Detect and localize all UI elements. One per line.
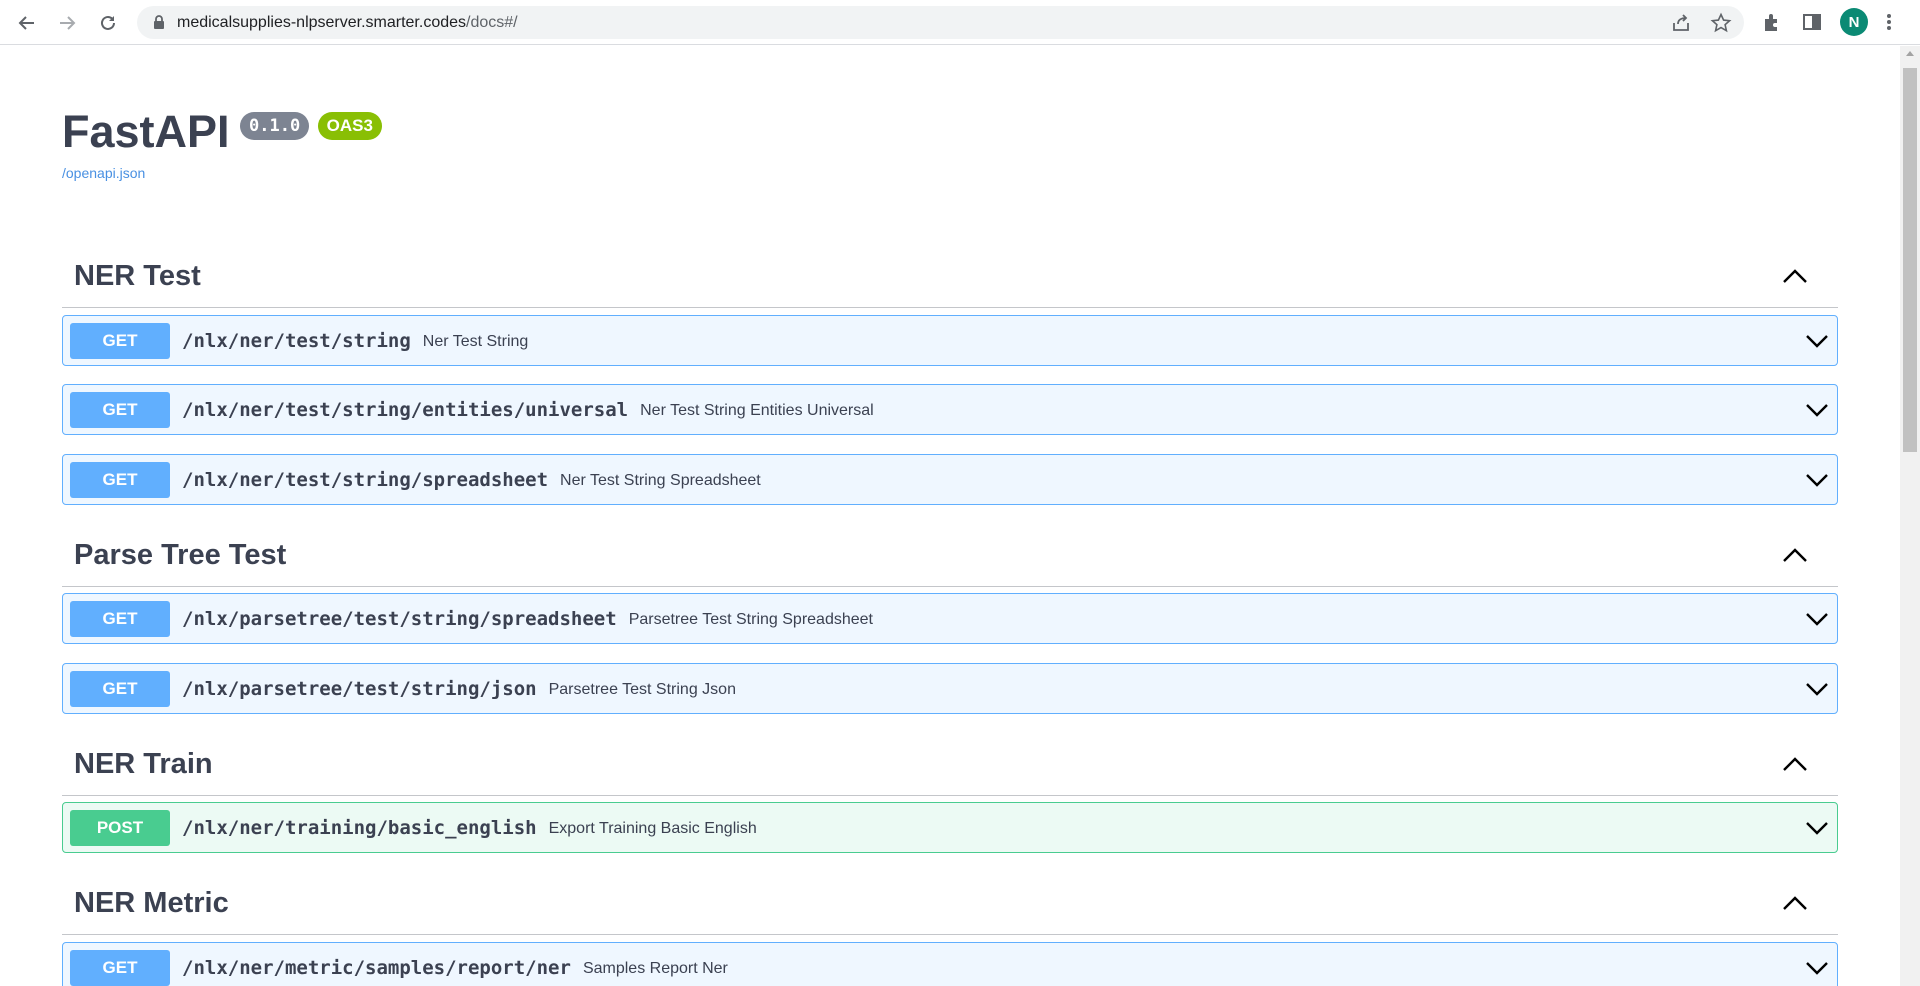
operation-summary: Parsetree Test String Json [548,681,736,698]
section-ner-test[interactable]: NER Test [62,246,1838,308]
url-text[interactable]: medicalsupplies-nlpserver.smarter.codes/… [177,14,518,32]
version-badge: 0.1.0 [240,112,310,140]
chevron-down-icon[interactable] [1805,471,1829,489]
scroll-up-arrow-icon[interactable] [1906,51,1914,56]
swagger-page: FastAPI 0.1.0 OAS3 /openapi.json NER Tes… [0,46,1900,986]
forward-button[interactable] [52,8,82,38]
oas-badge: OAS3 [317,112,382,140]
method-badge: POST [70,810,170,846]
chevron-down-icon[interactable] [1805,610,1829,628]
scrollbar-thumb[interactable] [1903,68,1917,452]
share-icon[interactable] [1670,12,1692,34]
operation-path: /nlx/parsetree/test/string/spreadsheet Pa… [182,608,873,630]
operation-summary: Parsetree Test String Spreadsheet [628,611,873,628]
arrow-right-icon [60,16,76,30]
operation-summary: Export Training Basic English [548,820,757,837]
section-ner-train[interactable]: NER Train [62,734,1838,796]
side-panel-icon[interactable] [1801,11,1823,33]
operation-row[interactable]: GET /nlx/ner/test/string Ner Test String [62,315,1838,366]
api-title: FastAPI [62,106,230,157]
operation-summary: Samples Report Ner [582,960,728,977]
chevron-down-icon[interactable] [1805,680,1829,698]
browser-toolbar: medicalsupplies-nlpserver.smarter.codes/… [0,0,1920,45]
section-title: NER Test [74,260,201,292]
reload-button[interactable] [93,8,123,38]
operation-summary: Ner Test String Entities Universal [640,402,874,419]
method-badge: GET [70,392,170,428]
lock-icon [154,15,164,29]
page-scrollbar[interactable] [1900,46,1920,986]
arrow-left-icon [18,16,34,30]
profile-avatar[interactable]: N [1840,8,1868,36]
operation-path: /nlx/ner/test/string/entities/universal N… [182,399,874,421]
operation-row[interactable]: GET /nlx/ner/metric/samples/report/ner Sa… [62,942,1838,986]
operation-row[interactable]: GET /nlx/parsetree/test/string/spreadshe… [62,593,1838,644]
section-title: NER Train [74,748,213,780]
chevron-up-icon[interactable] [1782,754,1808,774]
back-button[interactable] [12,8,42,38]
more-vert-icon[interactable] [1883,11,1895,33]
operation-summary: Ner Test String [422,333,529,350]
section-title: NER Metric [74,887,229,919]
chevron-up-icon[interactable] [1782,893,1808,913]
api-info: FastAPI 0.1.0 OAS3 [62,106,382,158]
reload-icon [101,15,115,30]
operation-path: /nlx/ner/test/string/spreadsheet Ner Test… [182,469,761,491]
operation-path: /nlx/ner/test/string Ner Test String [182,330,529,352]
chevron-down-icon[interactable] [1805,819,1829,837]
chevron-down-icon[interactable] [1805,959,1829,977]
operation-row[interactable]: GET /nlx/ner/test/string/spreadsheet Ner … [62,454,1838,505]
method-badge: GET [70,601,170,637]
address-bar[interactable]: medicalsupplies-nlpserver.smarter.codes/… [137,6,1744,39]
method-badge: GET [70,323,170,359]
section-parse-tree-test[interactable]: Parse Tree Test [62,525,1838,587]
operation-row[interactable]: GET /nlx/parsetree/test/string/json Parse… [62,663,1838,714]
chevron-down-icon[interactable] [1805,332,1829,350]
method-badge: GET [70,950,170,986]
section-ner-metric[interactable]: NER Metric [62,873,1838,935]
operation-row[interactable]: GET /nlx/ner/test/string/entities/univer… [62,384,1838,435]
openapi-json-link[interactable]: /openapi.json [62,165,145,181]
puzzle-icon[interactable] [1761,11,1783,33]
star-icon[interactable] [1710,12,1732,34]
section-title: Parse Tree Test [74,539,287,571]
operation-path: /nlx/ner/training/basic_english Export Tr… [182,817,757,839]
method-badge: GET [70,462,170,498]
method-badge: GET [70,671,170,707]
chevron-up-icon[interactable] [1782,266,1808,286]
chevron-down-icon[interactable] [1805,401,1829,419]
operation-path: /nlx/parsetree/test/string/json Parsetree… [182,678,736,700]
chevron-up-icon[interactable] [1782,545,1808,565]
operation-summary: Ner Test String Spreadsheet [560,472,761,489]
operation-path: /nlx/ner/metric/samples/report/ner Sample… [182,957,728,979]
operation-row[interactable]: POST /nlx/ner/training/basic_english Expo… [62,802,1838,853]
